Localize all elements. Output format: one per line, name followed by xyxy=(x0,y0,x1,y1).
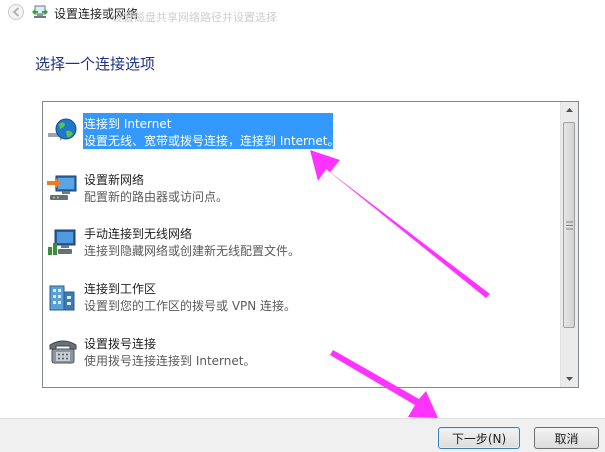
list-scrollbar[interactable] xyxy=(560,102,578,387)
back-arrow-icon[interactable] xyxy=(8,4,24,20)
page-heading: 选择一个连接选项 xyxy=(35,55,156,73)
option-manual-wireless[interactable]: 手动连接到无线网络 连接到隐藏网络或创建新无线配置文件。 xyxy=(43,212,561,264)
network-setup-icon xyxy=(32,5,48,18)
option-title: 设置拨号连接 xyxy=(84,337,157,351)
option-title: 设置新网络 xyxy=(84,173,145,187)
wireless-network-icon xyxy=(48,229,76,255)
option-title: 手动连接到无线网络 xyxy=(84,227,193,241)
scroll-down-arrow-icon[interactable] xyxy=(561,370,578,387)
option-connect-internet[interactable]: 连接到 Internet 设置无线、宽带或拨号连接，连接到 Internet。 xyxy=(43,102,561,154)
next-button[interactable]: 下一步(N) xyxy=(438,427,520,449)
title-bar: 设置连接或网络 设置磁盘共享网络路径并设置选择 xyxy=(0,0,605,26)
option-title: 连接到 Internet xyxy=(84,117,172,131)
option-description: 连接到隐藏网络或创建新无线配置文件。 xyxy=(84,244,301,258)
option-description: 设置到您的工作区的拨号或 VPN 连接。 xyxy=(84,299,297,313)
globe-network-icon xyxy=(48,118,77,141)
scroll-up-arrow-icon[interactable] xyxy=(561,102,578,119)
connection-options-list[interactable]: 连接到 Internet 设置无线、宽带或拨号连接，连接到 Internet。 … xyxy=(42,101,579,388)
option-description: 使用拨号连接连接到 Internet。 xyxy=(84,354,256,368)
workplace-icon xyxy=(49,285,75,311)
option-setup-new-network[interactable]: 设置新网络 配置新的路由器或访问点。 xyxy=(43,158,561,210)
option-description: 设置无线、宽带或拨号连接，连接到 Internet。 xyxy=(84,134,340,148)
router-setup-icon xyxy=(47,175,77,200)
cancel-button[interactable]: 取消 xyxy=(534,427,599,449)
option-dialup[interactable]: 设置拨号连接 使用拨号连接连接到 Internet。 xyxy=(43,322,561,374)
option-title: 连接到工作区 xyxy=(84,282,157,296)
background-ghost-text: 设置磁盘共享网络路径并设置选择 xyxy=(112,11,277,24)
option-description: 配置新的路由器或访问点。 xyxy=(84,190,229,204)
option-connect-workplace[interactable]: 连接到工作区 设置到您的工作区的拨号或 VPN 连接。 xyxy=(43,267,561,319)
scrollbar-thumb[interactable] xyxy=(563,122,575,328)
scroll-grip-icon xyxy=(566,221,573,230)
dialog-footer: 下一步(N) 取消 xyxy=(0,418,605,452)
telephone-icon xyxy=(49,340,77,364)
